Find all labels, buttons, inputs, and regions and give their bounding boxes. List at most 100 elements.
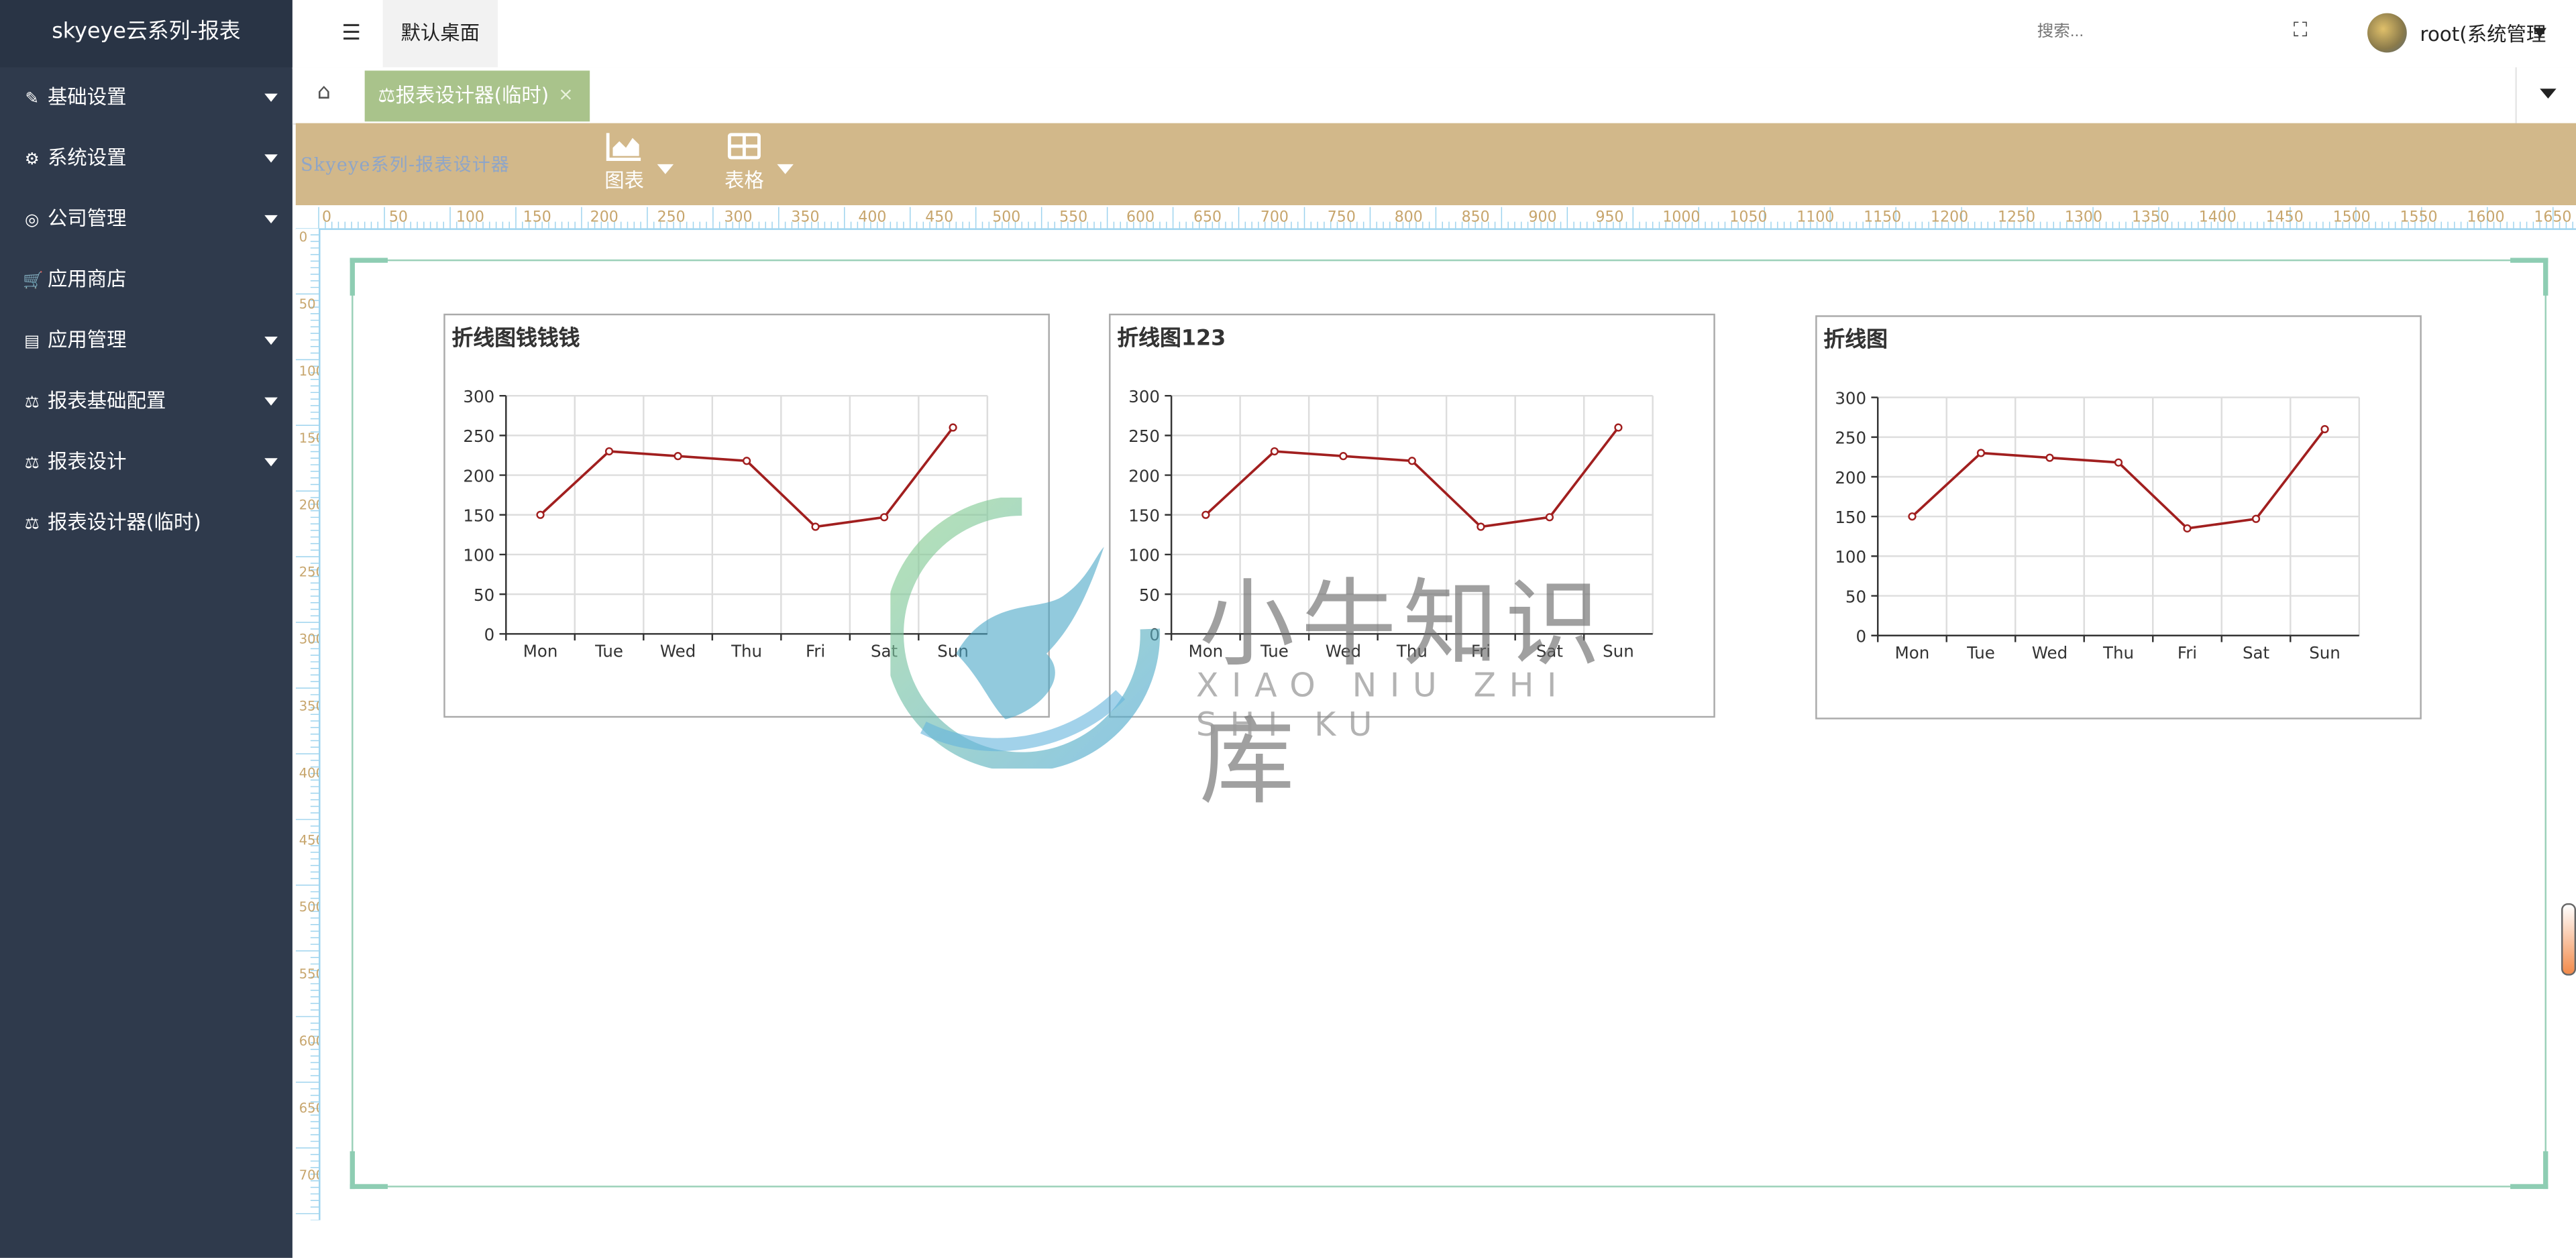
top-header: ☰ 默认桌面 ⛶ root(系统管理 [292, 0, 2576, 69]
x-tick-label: Sun [1603, 642, 1634, 661]
sidebar-item-label: 应用管理 [48, 328, 127, 352]
y-tick-label: 150 [1128, 506, 1160, 526]
ruler-tick-label: 450 [925, 209, 953, 226]
ruler-tick-label: 100 [299, 363, 319, 379]
chart-widget[interactable]: 折线图 0 50 100 150 200 250 300 Mon Tue Wed Thu Fri Sat… [1815, 315, 2422, 720]
x-tick-label: Wed [660, 642, 696, 661]
chevron-down-icon [264, 458, 278, 467]
close-icon[interactable]: × [558, 70, 574, 119]
sidebar-item-1[interactable]: ✎ 基础设置 [0, 67, 292, 128]
ruler-tick-label: 1450 [2266, 209, 2304, 226]
data-point [1407, 457, 1417, 465]
y-tick-label: 0 [1856, 627, 1866, 646]
sidebar-item-3[interactable]: ◎ 公司管理 [0, 189, 292, 250]
sidebar-item-label: 报表设计 [48, 450, 127, 473]
data-point [2320, 424, 2329, 434]
chart-widget[interactable]: 折线图钱钱钱 0 50 100 150 200 250 300 Mon Tue Wed Thu Fri… [443, 313, 1050, 718]
fullscreen-icon[interactable]: ⛶ [2294, 18, 2308, 43]
x-tick-label: Wed [1326, 642, 1361, 661]
vertical-ruler: 0 50 100 150 200 250 300 350 400 450 500 550 600 650 7… [295, 228, 321, 1220]
ruler-tick-label: 700 [299, 1167, 319, 1183]
data-point [1614, 423, 1623, 432]
data-point [879, 513, 889, 522]
app-title: skyeye云系列-报表 [0, 0, 292, 68]
y-tick-label: 50 [1845, 587, 1866, 606]
ruler-tick-label: 200 [590, 209, 619, 226]
ruler-tick-label: 1250 [1998, 209, 2035, 226]
search-input[interactable] [2037, 23, 2202, 42]
sidebar-item-8[interactable]: ⚖ 报表设计器(临时) [0, 493, 292, 554]
menu-toggle-icon[interactable]: ☰ [341, 21, 361, 46]
ruler-tick-label: 1100 [1796, 209, 1834, 226]
ruler-tick-label: 500 [299, 899, 319, 915]
x-tick-label: Thu [731, 642, 762, 661]
user-menu[interactable]: root(系统管理 [2420, 19, 2546, 48]
table-icon [727, 133, 761, 160]
design-canvas[interactable]: 折线图钱钱钱 0 50 100 150 200 250 300 Mon Tue Wed Thu Fri… [350, 258, 2548, 1190]
x-tick-label: Fri [1471, 642, 1491, 661]
data-point [674, 452, 682, 461]
tab-default-desktop[interactable]: 默认桌面 [382, 0, 498, 68]
ruler-tick-label: 1200 [1931, 209, 1968, 226]
y-tick-label: 0 [484, 625, 495, 644]
ruler-tick-label: 1600 [2467, 209, 2504, 226]
ruler-tick-label: 1500 [2333, 209, 2371, 226]
horizontal-ruler: 0 50 100 150 200 250 300 350 400 450 500 550 600 650 7… [295, 205, 2576, 230]
ruler-tick-label: 0 [299, 229, 307, 245]
tab-bar: ⌂ ⚖报表设计器(临时) × [292, 67, 2576, 125]
sidebar-item-label: 报表基础配置 [48, 389, 166, 412]
ruler-tick-label: 200 [299, 498, 319, 513]
edit-icon: ✎ [25, 90, 40, 109]
data-point [1477, 522, 1485, 531]
canvas-corner [2510, 258, 2548, 296]
sidebar-item-7[interactable]: ⚖ 报表设计 [0, 432, 292, 493]
sidebar-item-5[interactable]: ▤ 应用管理 [0, 310, 292, 371]
y-tick-label: 300 [1835, 388, 1866, 408]
chevron-down-icon [657, 164, 674, 174]
avatar[interactable] [2367, 13, 2407, 53]
y-tick-label: 100 [1128, 546, 1160, 565]
data-point [536, 510, 545, 519]
x-tick-label: Mon [523, 642, 558, 661]
chevron-down-icon[interactable] [2533, 27, 2546, 38]
home-icon[interactable]: ⌂ [317, 80, 331, 105]
scrollbar-handle[interactable] [2561, 903, 2576, 976]
y-tick-label: 50 [474, 585, 494, 605]
sidebar-item-2[interactable]: ⚙ 系统设置 [0, 128, 292, 189]
y-tick-label: 250 [1128, 426, 1160, 446]
y-tick-label: 250 [1835, 428, 1866, 448]
ruler-tick-label: 450 [299, 832, 319, 848]
ruler-tick-label: 400 [299, 765, 319, 781]
ruler-tick-label: 700 [1260, 209, 1289, 226]
line-chart: 0 50 100 150 200 250 300 Mon Tue Wed Thu Fri Sat Sun [1128, 387, 1654, 661]
chevron-down-icon [264, 154, 278, 163]
y-tick-label: 250 [463, 426, 494, 446]
y-tick-label: 300 [463, 387, 494, 406]
tab-report-designer[interactable]: ⚖报表设计器(临时) × [364, 70, 590, 122]
chart-widget[interactable]: 折线图123 0 50 100 150 200 250 300 Mon Tue Wed Thu Fri… [1109, 313, 1715, 718]
sidebar-item-6[interactable]: ⚖ 报表基础配置 [0, 371, 292, 432]
sidebar-item-4[interactable]: 🛒 应用商店 [0, 249, 292, 310]
data-point [811, 522, 820, 531]
balance-icon: ⚖ [24, 515, 40, 534]
ruler-tick-label: 250 [299, 565, 319, 580]
data-point [1339, 452, 1348, 461]
ruler-tick-label: 1650 [2534, 209, 2571, 226]
ruler-tick-label: 500 [992, 209, 1020, 226]
chevron-down-icon [264, 93, 278, 102]
y-tick-label: 100 [463, 546, 494, 565]
x-tick-label: Wed [2032, 643, 2068, 663]
sidebar-item-label: 应用商店 [48, 268, 127, 291]
table-tool-button[interactable]: 表格 [708, 131, 794, 194]
y-tick-label: 0 [1149, 625, 1160, 644]
ruler-tick-label: 150 [523, 209, 551, 226]
chart-tool-button[interactable]: 图表 [588, 131, 674, 194]
x-tick-label: Fri [806, 642, 825, 661]
gear-icon: ⚙ [24, 151, 40, 170]
x-tick-label: Sat [2243, 643, 2270, 663]
tab-dropdown-button[interactable] [2515, 67, 2576, 123]
data-point [1270, 447, 1279, 456]
ruler-tick-label: 1350 [2132, 209, 2169, 226]
y-tick-label: 150 [463, 506, 494, 526]
ruler-tick-label: 1400 [2199, 209, 2237, 226]
